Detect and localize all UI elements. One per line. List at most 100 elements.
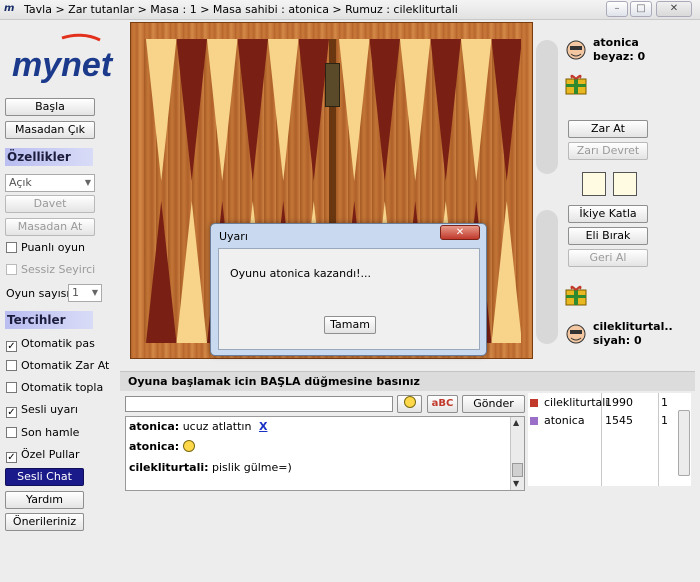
checkmark-icon: ✓ (6, 407, 17, 418)
sound-warning-checkbox[interactable]: ✓ Sesli uyarı (6, 402, 78, 418)
special-pieces-checkbox[interactable]: ✓ Özel Pullar (6, 447, 80, 463)
game-count-label: Oyun sayısı (6, 287, 70, 300)
double-button[interactable]: İkiye Katla (568, 205, 648, 223)
board-point[interactable] (237, 39, 269, 181)
voice-chat-button[interactable]: Sesli Chat (5, 468, 84, 486)
dialog-ok-button[interactable]: Tamam (324, 316, 376, 334)
die-1 (582, 172, 606, 196)
board-point[interactable] (268, 39, 299, 181)
board-point[interactable] (400, 39, 431, 181)
chat-log[interactable]: atonica: ucuz atlattın X atonica: cilekl… (125, 416, 525, 491)
laughing-emoticon-icon (182, 440, 195, 452)
mynet-logo: mynet (12, 33, 114, 84)
board-point[interactable] (339, 39, 370, 181)
dialog-body: Oyunu atonica kazandı!... Tamam (218, 248, 480, 350)
features-header: Özellikler (5, 148, 93, 166)
dialog-message: Oyunu atonica kazandı!... (230, 267, 372, 280)
maximize-button[interactable]: □ (630, 1, 652, 17)
board-point[interactable] (491, 201, 522, 343)
board-point[interactable] (430, 39, 462, 181)
leave-table-button[interactable]: Masadan Çık (5, 121, 95, 139)
checkbox-box (6, 242, 17, 253)
window-title: Tavla > Zar tutanlar > Masa : 1 > Masa s… (24, 3, 458, 16)
chat-input[interactable] (125, 396, 393, 412)
logo-swoosh (61, 33, 101, 42)
chat-message: cilekliturtali: pislik gülme=) (129, 461, 292, 474)
board-point[interactable] (176, 39, 208, 181)
undo-button[interactable]: Geri Al (568, 249, 648, 267)
chat-message-action[interactable]: X (259, 420, 267, 433)
chevron-down-icon: ▼ (84, 178, 91, 187)
checkbox-box (6, 360, 17, 371)
board-point[interactable] (207, 39, 238, 181)
window-titlebar: m Tavla > Zar tutanlar > Masa : 1 > Masa… (0, 0, 700, 20)
game-count-value: 1 (72, 286, 79, 299)
chevron-down-icon: ▼ (91, 288, 98, 297)
resign-button[interactable]: Eli Bırak (568, 227, 648, 245)
roll-dice-button[interactable]: Zar At (568, 120, 648, 138)
player-list-row[interactable]: cilekliturtali 1990 1 (528, 395, 678, 411)
player-color-marker (530, 417, 538, 425)
chat-scrollbar[interactable]: ▲ ▼ (510, 417, 524, 490)
app-icon: m (4, 3, 15, 14)
scroll-up-icon[interactable]: ▲ (513, 418, 519, 427)
minimize-button[interactable]: – (606, 1, 628, 17)
close-button[interactable]: ✕ (656, 1, 692, 17)
spell-check-button[interactable]: aBC (427, 395, 458, 413)
rated-game-checkbox[interactable]: Puanlı oyun (6, 240, 85, 256)
table-status-select[interactable]: Açık ▼ (5, 174, 95, 192)
player2-score: siyah: 0 (593, 334, 642, 347)
gift-icon[interactable] (564, 72, 588, 96)
player1-score: beyaz: 0 (593, 50, 646, 63)
silent-spectator-checkbox[interactable]: Sessiz Seyirci (6, 262, 95, 278)
player1-avatar (566, 40, 586, 60)
suggestions-button[interactable]: Önerileriniz (5, 513, 84, 531)
checkbox-box (6, 382, 17, 393)
auto-roll-checkbox[interactable]: Otomatik Zar At (6, 358, 109, 374)
board-point[interactable] (298, 39, 330, 181)
invite-button[interactable]: Davet (5, 195, 95, 213)
player2-name: cilekliturtal.. (593, 320, 673, 333)
player-color-marker (530, 399, 538, 407)
player-list-scrollbar[interactable] (678, 410, 690, 476)
board-hinge (325, 63, 340, 107)
pass-dice-button[interactable]: Zarı Devret (568, 142, 648, 160)
dialog-close-button[interactable]: ✕ (440, 225, 480, 240)
last-move-checkbox[interactable]: Son hamle (6, 425, 79, 441)
board-point[interactable] (369, 39, 401, 181)
top-side-track (536, 40, 558, 174)
chat-message: atonica: (129, 440, 195, 453)
auto-collect-checkbox[interactable]: Otomatik topla (6, 380, 103, 396)
player-list-row[interactable]: atonica 1545 1 (528, 413, 678, 429)
send-button[interactable]: Gönder (462, 395, 525, 413)
checkmark-icon: ✓ (6, 452, 17, 463)
emoticon-button[interactable] (397, 395, 422, 413)
game-count-select[interactable]: 1 ▼ (68, 284, 102, 302)
start-button[interactable]: Başla (5, 98, 95, 116)
player1-name: atonica (593, 36, 639, 49)
player-list: cilekliturtali 1990 1 atonica 1545 1 (528, 393, 691, 486)
scroll-thumb[interactable] (512, 463, 523, 477)
table-status-value: Açık (9, 176, 32, 189)
auto-pass-checkbox[interactable]: ✓ Otomatik pas (6, 336, 95, 352)
remove-player-button[interactable]: Masadan At (5, 218, 95, 236)
board-point[interactable] (146, 201, 177, 343)
preferences-header: Tercihler (5, 311, 93, 329)
smiley-icon (403, 396, 416, 408)
chat-message: atonica: ucuz atlattın X (129, 420, 268, 433)
board-point[interactable] (176, 201, 208, 343)
board-point[interactable] (461, 39, 492, 181)
dialog-title: Uyarı (219, 230, 248, 243)
board-point[interactable] (146, 39, 177, 181)
alert-dialog: Uyarı ✕ Oyunu atonica kazandı!... Tamam (210, 223, 487, 356)
scroll-down-icon[interactable]: ▼ (513, 479, 519, 488)
player2-avatar (566, 324, 586, 344)
checkbox-box (6, 427, 17, 438)
checkbox-box (6, 264, 17, 275)
board-point[interactable] (491, 39, 522, 181)
die-2 (613, 172, 637, 196)
gift-icon[interactable] (564, 283, 588, 307)
bottom-side-track (536, 210, 558, 344)
logo-text: mynet (12, 46, 114, 84)
help-button[interactable]: Yardım (5, 491, 84, 509)
